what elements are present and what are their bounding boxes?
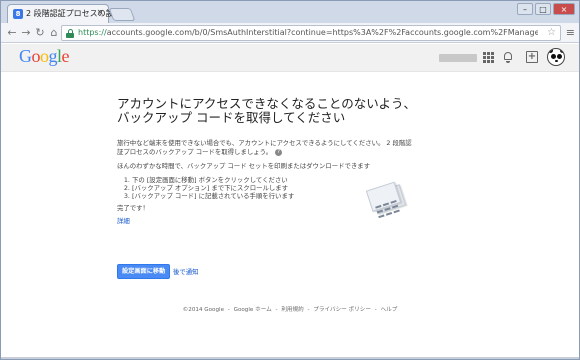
- url-path: accounts.google.com/b/0/SmsAuthInterstit…: [106, 28, 538, 37]
- minimize-button[interactable]: –: [517, 3, 533, 15]
- close-window-button[interactable]: ×: [553, 3, 575, 15]
- lock-icon: [66, 29, 74, 38]
- url-text: https://accounts.google.com/b/0/SmsAuthI…: [78, 28, 538, 37]
- maximize-button[interactable]: □: [535, 3, 551, 15]
- window-controls: – □ ×: [517, 3, 575, 15]
- logo-letter: e: [61, 46, 70, 66]
- remind-later-link[interactable]: 後で通知: [173, 267, 199, 276]
- google-header: Google +: [1, 44, 579, 72]
- instruction-text: ほんのわずかな時間で、バックアップ コード セットを印刷またはダウンロードできま…: [117, 162, 371, 170]
- google-logo[interactable]: Google: [19, 46, 69, 67]
- step-item: 下の [設定画面に移動] ボタンをクリックしてください: [132, 176, 417, 184]
- tab-close-icon[interactable]: ×: [96, 7, 104, 19]
- address-bar[interactable]: https://accounts.google.com/b/0/SmsAuthI…: [61, 25, 561, 41]
- reload-icon[interactable]: ↻: [33, 26, 47, 40]
- tab-title: 2 段階認証プロセスの設定: [26, 9, 122, 18]
- footer-link-google-home[interactable]: Google ホーム: [234, 307, 272, 313]
- avatar[interactable]: [547, 48, 565, 66]
- apps-grid-icon[interactable]: [483, 52, 494, 63]
- footer-link-terms[interactable]: 利用規約: [281, 307, 303, 313]
- help-icon[interactable]: ?: [275, 148, 283, 156]
- home-icon[interactable]: ⌂: [47, 26, 61, 40]
- favicon-icon: 8: [13, 9, 23, 19]
- go-to-settings-button[interactable]: 設定画面に移動: [117, 264, 171, 279]
- chrome-menu-icon[interactable]: ≡: [566, 26, 575, 40]
- account-name-placeholder: [439, 54, 477, 62]
- logo-letter: o: [40, 46, 49, 66]
- details-link[interactable]: 詳細: [117, 217, 417, 226]
- logo-letter: o: [31, 46, 41, 66]
- back-arrow-icon[interactable]: ←: [5, 26, 19, 40]
- footer-link-help[interactable]: ヘルプ: [381, 307, 398, 313]
- url-scheme: https://: [78, 28, 107, 37]
- intro-text: 旅行中など端末を使用できない場合でも、アカウントにアクセスできるようにしてくださ…: [117, 139, 417, 157]
- share-plus-icon[interactable]: +: [526, 51, 538, 63]
- intro-text-body: 旅行中など端末を使用できない場合でも、アカウントにアクセスできるようにしてくださ…: [117, 139, 412, 156]
- footer-copyright: ©2014 Google: [182, 307, 225, 313]
- logo-letter: G: [19, 46, 32, 66]
- bookmark-star-icon[interactable]: ☆: [547, 27, 556, 38]
- notifications-bell-icon[interactable]: [503, 51, 513, 63]
- browser-toolbar: ← → ↻ ⌂ https://accounts.google.com/b/0/…: [1, 23, 579, 43]
- tab-active[interactable]: 8 2 段階認証プロセスの設定 ×: [7, 4, 122, 23]
- footer: ©2014 Google - Google ホーム - 利用規約 - プライバシ…: [182, 307, 398, 313]
- logo-letter: g: [48, 46, 58, 66]
- forward-arrow-icon[interactable]: →: [19, 26, 33, 40]
- new-tab-button[interactable]: [108, 8, 136, 21]
- window-bottom-edge: [1, 357, 579, 359]
- footer-link-privacy[interactable]: プライバシー ポリシー: [313, 307, 371, 313]
- page-title: アカウントにアクセスできなくなることのないよう、バックアップ コードを取得してく…: [117, 96, 417, 125]
- browser-window: 8 2 段階認証プロセスの設定 × – □ × ← → ↻ ⌂ https://…: [0, 0, 580, 360]
- tab-strip: 8 2 段階認証プロセスの設定 × – □ ×: [1, 1, 579, 23]
